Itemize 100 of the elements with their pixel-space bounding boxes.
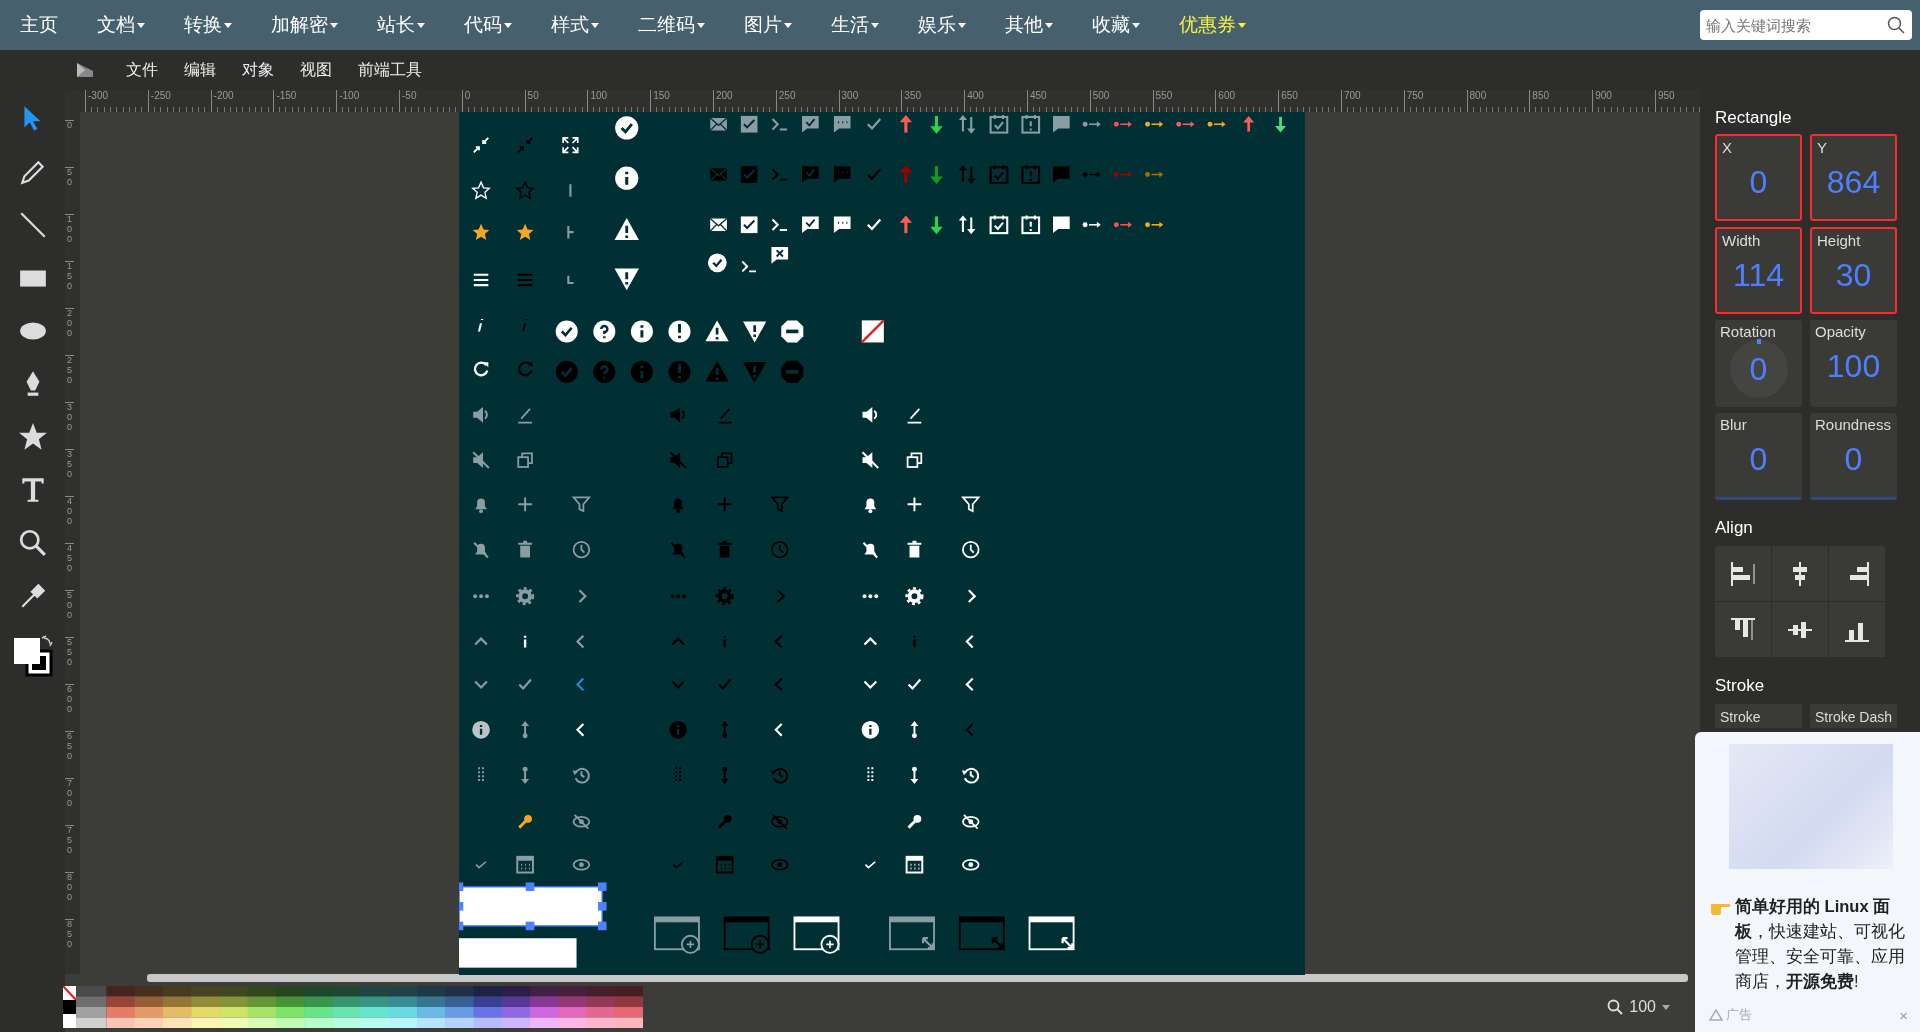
property-field[interactable]: X 0 [1715,134,1802,221]
section-title: Align [1715,518,1754,538]
menu-item[interactable]: 视图 [287,59,345,81]
star-tool[interactable] [17,422,48,452]
nav-link[interactable]: 转换 [176,12,263,38]
nav-link[interactable]: 站长 [369,12,456,38]
ruler-label: 300 [65,402,74,449]
ruler-label: 800 [65,872,74,919]
field-label: Roundness [1814,416,1891,433]
nav-link[interactable]: 加解密 [263,12,369,38]
menu-item[interactable]: 对象 [229,59,287,81]
search-field[interactable]: 输入关键词搜索 [1700,10,1912,40]
nav-link[interactable]: 样式 [543,12,630,38]
nav-link[interactable]: 图片 [736,12,823,38]
ruler-label: 500 [65,590,74,637]
field-label: Opacity [1814,323,1866,340]
caret-icon [1132,22,1140,28]
scrollbar[interactable] [147,974,1688,982]
panel-title: Rectangle [1715,108,1793,128]
ad-label: 广告 [1726,1006,1752,1024]
property-field[interactable]: Stroke [1715,704,1802,728]
caret-icon [871,22,879,28]
align-button[interactable] [1715,602,1772,658]
ruler-label: 250 [65,355,74,402]
align-button[interactable] [1715,546,1772,602]
property-field[interactable]: Y 864 [1810,134,1897,221]
nav-link[interactable]: 娱乐 [910,12,997,38]
nav-link[interactable]: 其他 [997,12,1084,38]
align-button[interactable] [1772,602,1829,658]
property-field[interactable]: Stroke Dash [1810,704,1897,728]
caret-icon [697,22,705,28]
caret-icon [591,22,599,28]
field-label: Height [1816,232,1861,249]
align-button[interactable] [1829,546,1886,602]
caret-icon [784,22,792,28]
field-value: 114 [1733,257,1784,294]
field-value: 30 [1835,257,1872,294]
ruler-label: 700 [65,778,74,825]
field-value: 100 [1826,348,1881,385]
ruler-label: 450 [65,543,74,590]
nav-link[interactable]: 二维码 [630,12,736,38]
field-value: 0 [1749,164,1768,201]
ruler-label: 0 [65,120,74,167]
ruler-label: 350 [65,449,74,496]
align-icon [1729,559,1757,588]
property-field[interactable]: Opacity 100 [1810,320,1897,407]
caret-icon [417,22,425,28]
ad-icon [1709,1009,1723,1021]
field-label: X [1721,139,1732,156]
nav-link[interactable]: 代码 [456,12,543,38]
property-field[interactable]: Height 30 [1810,227,1897,314]
caret-icon [137,22,145,28]
ruler-label: 400 [65,496,74,543]
property-field[interactable]: Width 114 [1715,227,1802,314]
ruler-label: 50 [65,167,74,214]
menu-item[interactable]: 文件 [113,59,171,81]
search-icon [1887,16,1905,34]
ad-text: 简单好用的 Linux 面板，快速建站、可视化管理、安全可靠、应用商店，开源免费! [1735,896,1906,992]
section-title: Stroke [1715,676,1766,696]
property-field[interactable]: Blur 0 [1715,413,1802,500]
caret-icon [330,22,338,28]
menu-item[interactable]: 编辑 [171,59,229,81]
ruler-label: 200 [65,308,74,355]
field-label: Y [1816,139,1827,156]
logo-icon [75,61,95,79]
zoom-value[interactable]: 100 [1629,998,1656,1016]
caret-icon [504,22,512,28]
caret-icon [958,22,966,28]
nav-link[interactable]: 生活 [823,12,910,38]
field-label: Blur [1719,416,1747,433]
ad-card[interactable]: 简单好用的 Linux 面板，快速建站、可视化管理、安全可靠、应用商店，开源免费! 广告 × [1695,732,1920,1032]
menu-item[interactable]: 前端工具 [345,59,435,81]
ruler-label: 100 [65,214,74,261]
zoom-tool[interactable] [17,528,48,558]
field-value: 0 [1749,350,1768,388]
caret-icon [1662,1004,1670,1010]
align-button[interactable] [1829,602,1886,658]
ruler-label: 850 [65,919,74,966]
ruler-label: 600 [65,684,74,731]
zoom-icon [1607,999,1624,1015]
property-field[interactable]: Roundness 0 [1810,413,1897,500]
nav-link[interactable]: 主页 [12,12,89,38]
ruler-label: 650 [65,731,74,778]
ruler-label: 150 [65,261,74,308]
property-field[interactable]: Rotation 0 [1715,320,1802,407]
nav-link[interactable]: 收藏 [1084,12,1171,38]
align-button[interactable] [1772,546,1829,602]
nav-link[interactable]: 优惠券 [1171,12,1277,38]
ruler-label: 750 [65,825,74,872]
field-value: 0 [1844,441,1863,478]
field-value: 0 [1749,441,1768,478]
caret-icon [224,22,232,28]
nav-link[interactable]: 文档 [89,12,176,38]
caret-icon [1045,22,1053,28]
field-value: 864 [1826,164,1881,201]
caret-icon [1238,22,1246,28]
field-label: Width [1721,232,1761,249]
ruler-label: 550 [65,637,74,684]
color-palette[interactable] [63,986,643,1028]
field-label: Rotation [1719,323,1776,340]
